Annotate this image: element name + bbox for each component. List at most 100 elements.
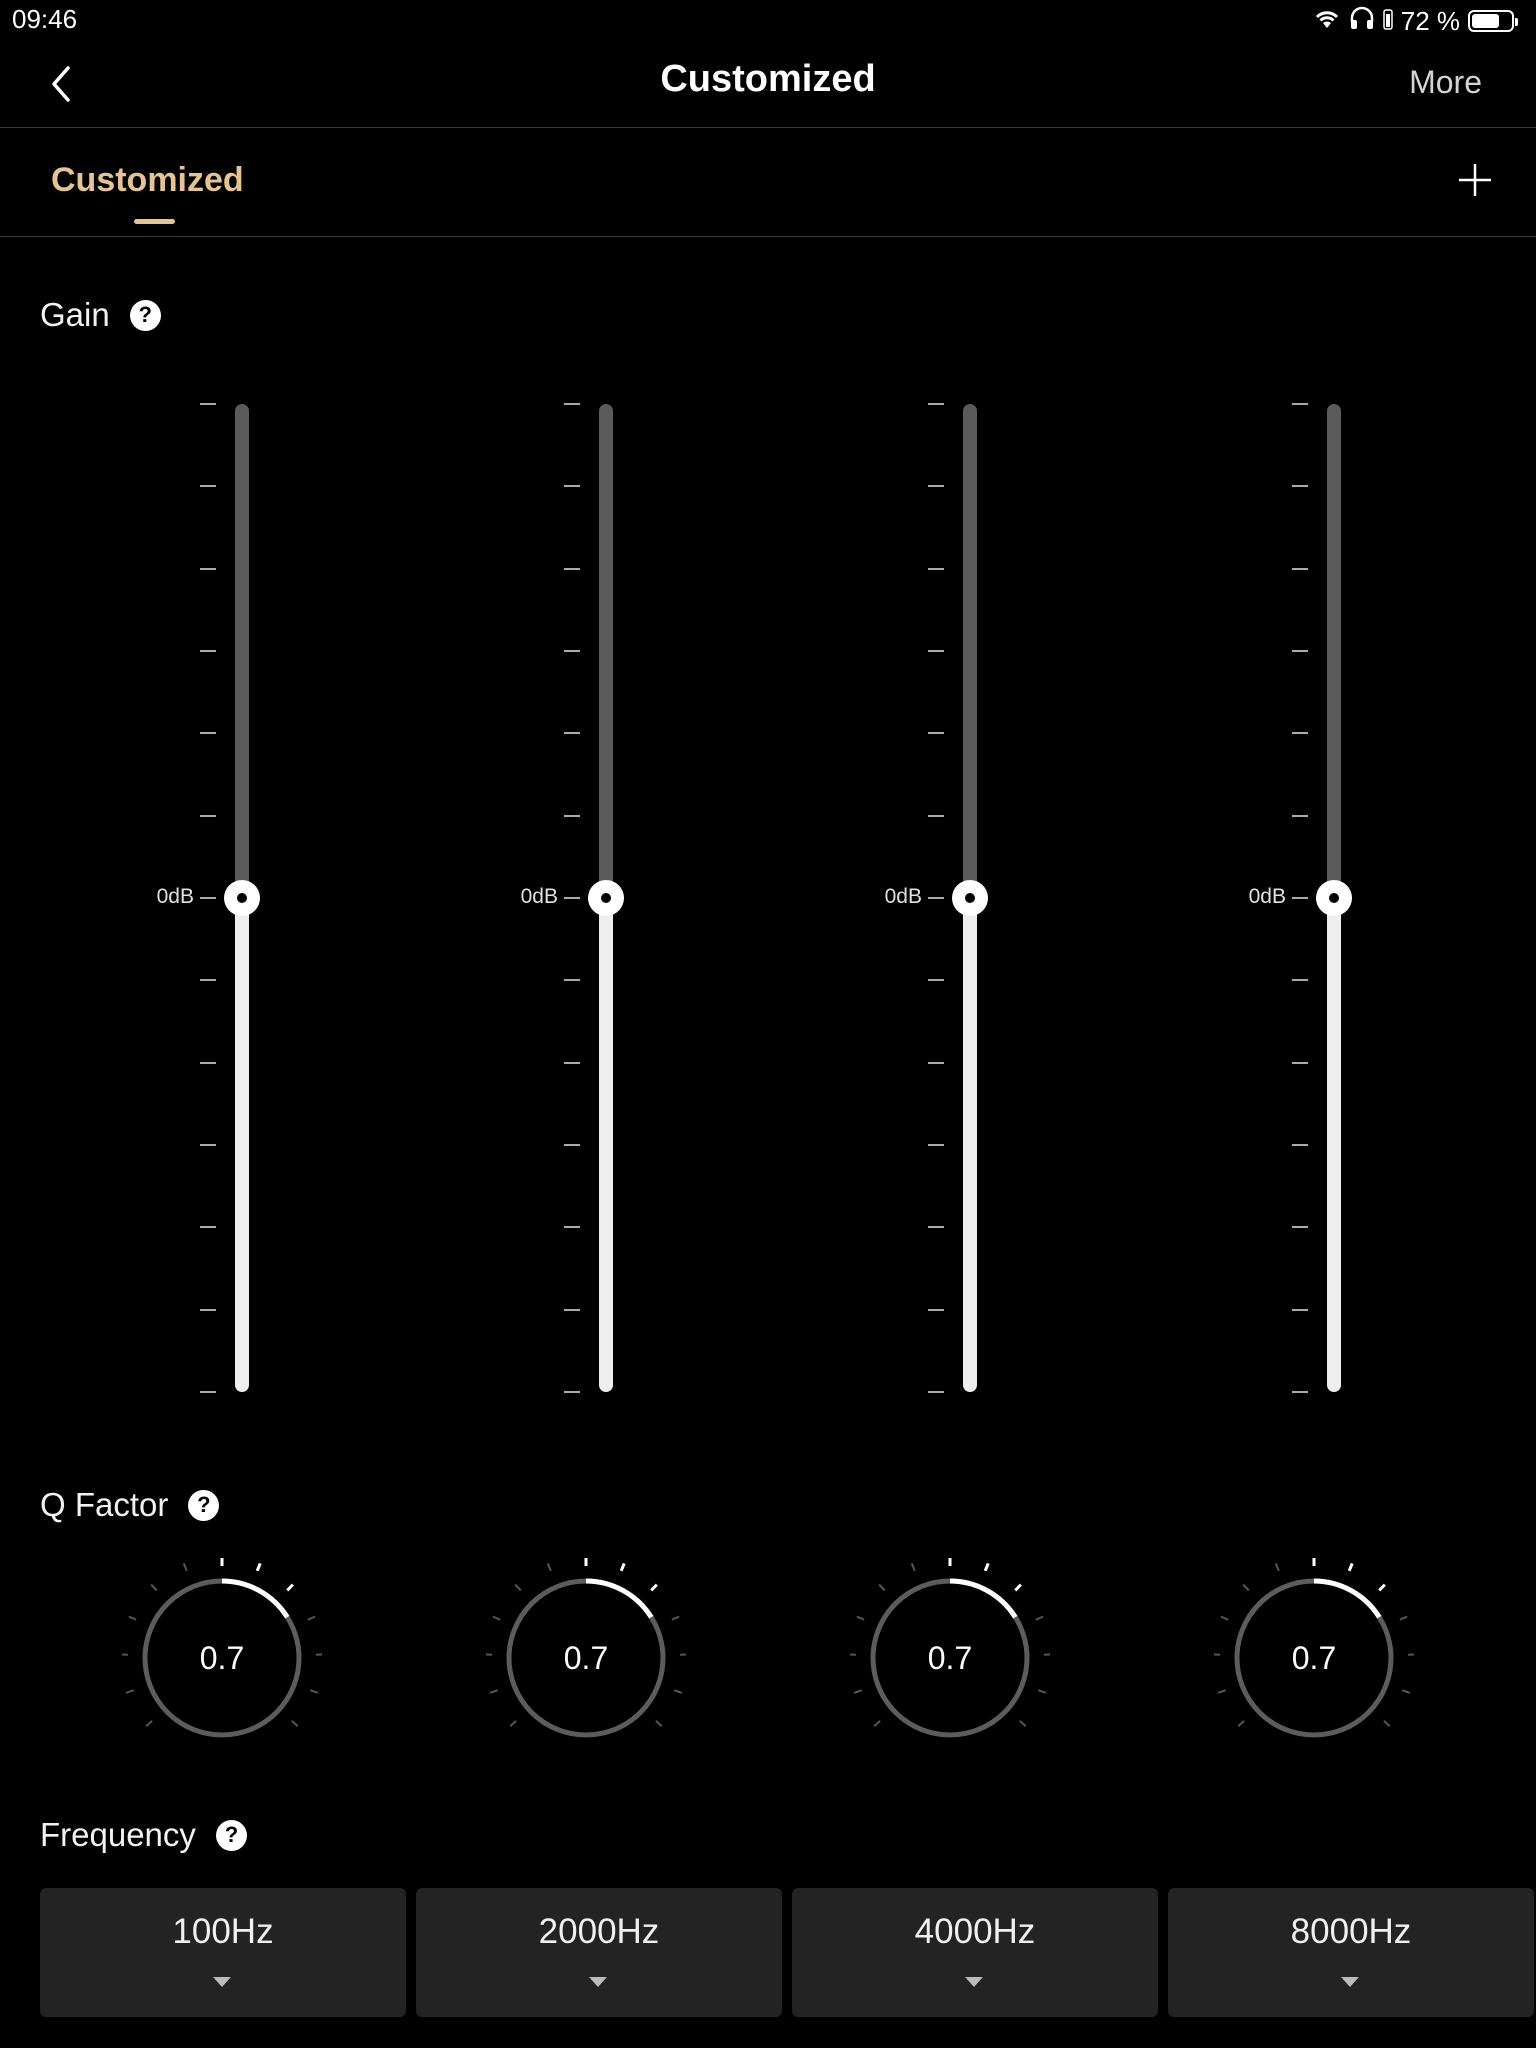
gain-tick xyxy=(564,650,580,652)
q-factor-knob[interactable]: 0.7 xyxy=(848,1556,1052,1758)
gain-zero-label: 0dB xyxy=(884,885,922,908)
frequency-dropdown[interactable]: 2000Hz xyxy=(416,1888,782,2017)
add-preset-button[interactable] xyxy=(1458,163,1492,197)
gain-tick xyxy=(564,403,580,405)
gain-track-lower[interactable] xyxy=(235,898,249,1392)
gain-tick xyxy=(1292,650,1308,652)
gain-tick xyxy=(564,485,580,488)
frequency-help-icon[interactable]: ? xyxy=(215,1819,247,1851)
gain-tick xyxy=(200,1391,216,1393)
gain-tick xyxy=(1292,814,1308,817)
gain-tick xyxy=(564,1391,580,1393)
gain-thumb-dot xyxy=(601,893,611,903)
frequency-value: 2000Hz xyxy=(538,1912,660,1951)
gain-tick xyxy=(564,1144,580,1146)
gain-track-lower[interactable] xyxy=(963,898,977,1392)
gain-slider-thumb[interactable] xyxy=(588,880,624,916)
frequency-label: Frequency xyxy=(40,1816,196,1853)
gain-tick xyxy=(564,814,580,817)
gain-track-lower[interactable] xyxy=(599,898,613,1392)
gain-tick xyxy=(200,979,216,982)
frequency-dropdown[interactable]: 100Hz xyxy=(40,1888,406,2017)
q-factor-section-label: Q Factor ? xyxy=(40,1486,220,1524)
gain-tick xyxy=(1292,1061,1308,1064)
gain-zero-label: 0dB xyxy=(156,885,194,908)
gain-slider-thumb[interactable] xyxy=(224,880,260,916)
gain-thumb-dot xyxy=(237,893,247,903)
tabs-divider xyxy=(0,236,1536,237)
gain-tick xyxy=(564,979,580,982)
gain-tick xyxy=(564,732,580,735)
q-factor-knob[interactable]: 0.7 xyxy=(484,1556,688,1758)
more-button[interactable]: More xyxy=(1409,64,1482,101)
q-factor-knob[interactable]: 0.7 xyxy=(120,1556,324,1758)
gain-tick xyxy=(564,1226,580,1229)
q-factor-value: 0.7 xyxy=(927,1639,973,1676)
caret-down-icon xyxy=(965,1977,983,1987)
gain-tick xyxy=(928,485,944,488)
frequency-dropdown[interactable]: 4000Hz xyxy=(792,1888,1158,2017)
gain-tick xyxy=(200,403,216,405)
gain-tick xyxy=(200,650,216,652)
q-factor-knob[interactable]: 0.7 xyxy=(1212,1556,1416,1758)
frequency-value: 8000Hz xyxy=(1290,1912,1412,1951)
gain-tick xyxy=(200,485,216,488)
gain-tick xyxy=(1292,732,1308,735)
gain-tick xyxy=(1292,567,1308,570)
gain-tick xyxy=(1292,485,1308,488)
q-factor-label: Q Factor xyxy=(40,1486,169,1523)
headphones-icon xyxy=(1349,6,1375,37)
gain-tick xyxy=(1292,979,1308,982)
gain-tick xyxy=(200,1226,216,1229)
q-factor-value: 0.7 xyxy=(199,1639,245,1676)
gain-zero-label: 0dB xyxy=(1248,885,1286,908)
gain-track-upper[interactable] xyxy=(963,404,977,898)
gain-tick xyxy=(928,403,944,405)
gain-help-icon[interactable]: ? xyxy=(129,299,161,331)
caret-down-icon xyxy=(1341,1977,1359,1987)
gain-tick xyxy=(928,1061,944,1064)
gain-tick xyxy=(200,1144,216,1146)
q-factor-value: 0.7 xyxy=(1291,1639,1337,1676)
gain-zero-label: 0dB xyxy=(520,885,558,908)
gain-label: Gain xyxy=(40,296,110,333)
caret-down-icon xyxy=(589,1977,607,1987)
gain-tick xyxy=(1292,1308,1308,1311)
gain-tick xyxy=(928,979,944,982)
gain-thumb-dot xyxy=(1329,893,1339,903)
frequency-value: 4000Hz xyxy=(914,1912,1036,1951)
caret-down-icon xyxy=(213,1977,231,1987)
frequency-section-label: Frequency ? xyxy=(40,1816,247,1854)
q-factor-value: 0.7 xyxy=(563,1639,609,1676)
plus-icon xyxy=(1459,164,1491,196)
gain-tick xyxy=(1292,403,1308,405)
gain-track-upper[interactable] xyxy=(1327,404,1341,898)
gain-tick xyxy=(928,1144,944,1146)
gain-tick xyxy=(928,897,944,899)
battery-percentage: 72 % xyxy=(1400,5,1460,36)
gain-track-lower[interactable] xyxy=(1327,898,1341,1392)
gain-thumb-dot xyxy=(965,893,975,903)
gain-tick xyxy=(564,1308,580,1311)
q-factor-help-icon[interactable]: ? xyxy=(188,1489,220,1521)
gain-track-upper[interactable] xyxy=(599,404,613,898)
headphone-battery-icon xyxy=(1382,6,1393,37)
gain-tick xyxy=(1292,1226,1308,1229)
gain-tick xyxy=(1292,1144,1308,1146)
status-icons: 72 % xyxy=(1313,4,1518,38)
battery-icon xyxy=(1468,10,1518,32)
page-title: Customized xyxy=(660,58,876,100)
gain-tick xyxy=(564,567,580,570)
tab-customized[interactable]: Customized xyxy=(51,161,244,200)
gain-slider-thumb[interactable] xyxy=(952,880,988,916)
frequency-dropdown[interactable]: 8000Hz xyxy=(1168,1888,1534,2017)
gain-track-upper[interactable] xyxy=(235,404,249,898)
gain-slider-thumb[interactable] xyxy=(1316,880,1352,916)
gain-tick xyxy=(1292,1391,1308,1393)
gain-tick xyxy=(1292,897,1308,899)
gain-section-label: Gain ? xyxy=(40,296,161,334)
frequency-value: 100Hz xyxy=(172,1912,274,1951)
gain-tick xyxy=(200,814,216,817)
gain-tick xyxy=(564,1061,580,1064)
gain-tick xyxy=(928,732,944,735)
